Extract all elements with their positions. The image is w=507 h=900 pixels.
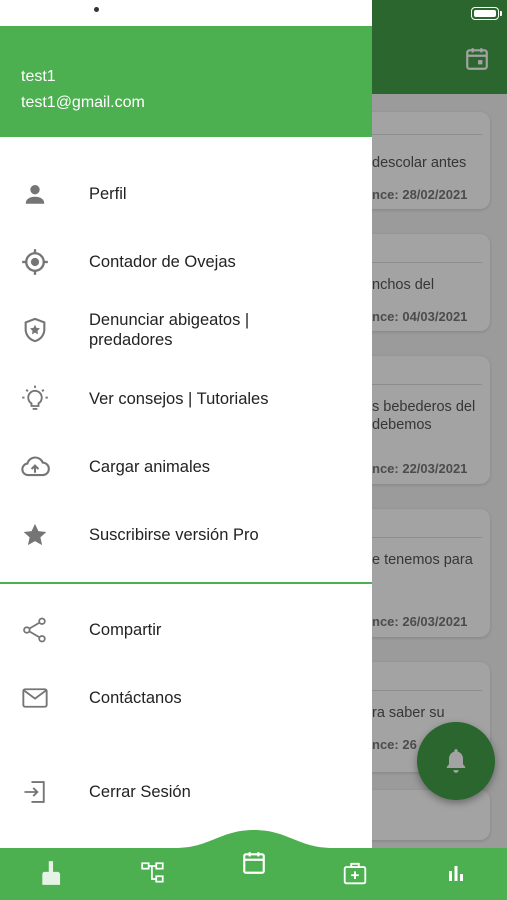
menu-item-consejos[interactable]: Ver consejos | Tutoriales bbox=[0, 369, 372, 429]
navigation-drawer: test1 test1@gmail.com Perfil Contador de… bbox=[0, 0, 372, 848]
menu-item-cargar[interactable]: Cargar animales bbox=[0, 437, 372, 497]
menu-item-contactanos[interactable]: Contáctanos bbox=[0, 668, 372, 728]
cloud-upload-icon bbox=[20, 452, 50, 482]
medical-kit-icon bbox=[343, 862, 367, 885]
star-icon bbox=[20, 520, 50, 550]
shield-star-icon bbox=[20, 315, 50, 345]
menu-item-suscribirse[interactable]: Suscribirse versión Pro bbox=[0, 505, 372, 565]
nav-medical[interactable] bbox=[340, 858, 370, 888]
target-icon bbox=[20, 247, 50, 277]
hierarchy-icon bbox=[141, 862, 164, 883]
person-icon bbox=[20, 179, 50, 209]
status-bar bbox=[0, 0, 372, 26]
nav-calendar[interactable] bbox=[239, 848, 269, 878]
menu-item-label: Suscribirse versión Pro bbox=[89, 526, 259, 544]
menu-item-label: Ver consejos | Tutoriales bbox=[89, 390, 269, 408]
menu-item-label: Contador de Ovejas bbox=[89, 253, 236, 271]
drawer-divider bbox=[0, 582, 372, 584]
share-icon bbox=[20, 615, 50, 645]
user-email: test1@gmail.com bbox=[21, 94, 145, 111]
menu-item-label: Cargar animales bbox=[89, 458, 211, 476]
logout-icon bbox=[20, 777, 50, 807]
menu-item-denunciar[interactable]: Denunciar abigeatos | predadores bbox=[0, 300, 372, 372]
calendar-icon bbox=[243, 852, 265, 874]
menu-item-label: Denunciar abigeatos | predadores bbox=[89, 311, 250, 349]
menu-item-contador[interactable]: Contador de Ovejas bbox=[0, 232, 372, 292]
menu-item-label: Compartir bbox=[89, 621, 162, 639]
menu-item-label: Perfil bbox=[89, 185, 127, 203]
menu-item-label: Cerrar Sesión bbox=[89, 783, 191, 801]
menu-item-compartir[interactable]: Compartir bbox=[0, 600, 372, 660]
menu-item-cerrar-sesion[interactable]: Cerrar Sesión bbox=[0, 762, 372, 822]
menu-item-perfil[interactable]: Perfil bbox=[0, 164, 372, 224]
lightbulb-icon bbox=[20, 384, 50, 414]
menu-item-label: Contáctanos bbox=[89, 689, 182, 707]
nav-hierarchy[interactable] bbox=[138, 858, 168, 888]
nav-sheep[interactable] bbox=[37, 858, 67, 888]
battery-icon bbox=[471, 7, 502, 20]
mail-icon bbox=[20, 683, 50, 713]
sheep-icon bbox=[42, 861, 61, 885]
user-name: test1 bbox=[21, 68, 56, 85]
nav-stats[interactable] bbox=[441, 858, 471, 888]
drawer-header: test1 test1@gmail.com bbox=[0, 26, 372, 137]
bar-chart-icon bbox=[449, 866, 463, 881]
